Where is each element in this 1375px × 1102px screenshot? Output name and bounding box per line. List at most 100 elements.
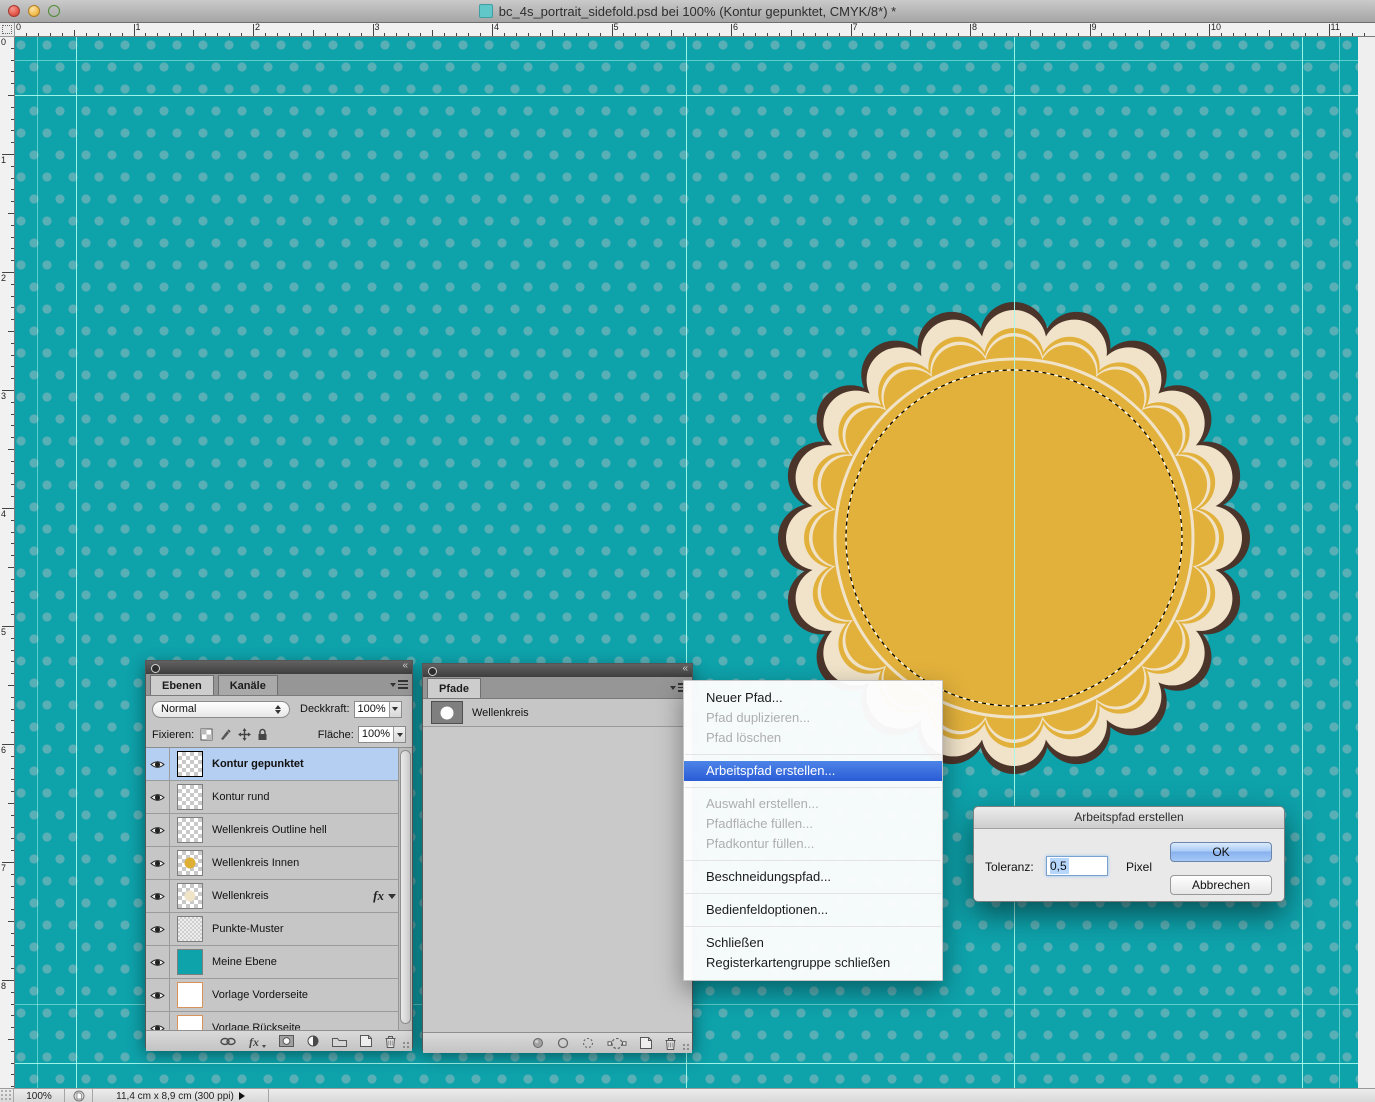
guide-line-vertical[interactable] — [1339, 36, 1340, 1088]
delete-path-icon[interactable] — [665, 1037, 676, 1050]
layer-group-icon[interactable] — [332, 1036, 347, 1047]
adjustment-layer-icon[interactable] — [307, 1035, 319, 1047]
layer-thumbnail[interactable] — [177, 850, 203, 876]
zoom-window-button[interactable] — [48, 5, 60, 17]
layers-tab-ebenen[interactable]: Ebenen — [150, 675, 214, 695]
dialog-title[interactable]: Arbeitspfad erstellen — [974, 807, 1284, 829]
guide-line-vertical[interactable] — [1302, 36, 1303, 1088]
layer-thumbnail[interactable] — [177, 784, 203, 810]
menu-item-highlighted[interactable]: Arbeitspfad erstellen... — [684, 761, 942, 781]
expand-effects-icon[interactable] — [388, 894, 396, 899]
menu-item[interactable]: Registerkartengruppe schließen — [684, 953, 942, 973]
panel-resize-grip[interactable] — [682, 1043, 690, 1051]
close-window-button[interactable] — [8, 5, 20, 17]
layer-row[interactable]: Vorlage Rückseite — [146, 1012, 412, 1030]
visibility-eye-icon[interactable] — [150, 990, 165, 1001]
layer-row[interactable]: Punkte-Muster — [146, 913, 412, 946]
visibility-eye-icon[interactable] — [150, 924, 165, 935]
guide-line-horizontal[interactable] — [14, 1063, 1358, 1064]
layers-tab-kanle[interactable]: Kanäle — [218, 675, 278, 695]
lock-pixels-icon[interactable] — [219, 728, 232, 741]
visibility-toggle[interactable] — [146, 847, 170, 879]
window-resize-grip[interactable] — [0, 1089, 14, 1102]
visibility-eye-icon[interactable] — [150, 825, 165, 836]
layer-row[interactable]: Vorlage Vorderseite — [146, 979, 412, 1012]
stroke-path-icon[interactable] — [557, 1037, 569, 1049]
paths-tab-pfade[interactable]: Pfade — [427, 678, 481, 698]
panel-collapse-icon[interactable]: « — [682, 663, 687, 674]
document-status-icon[interactable] — [65, 1089, 93, 1102]
tolerance-input[interactable]: 0,5 — [1046, 856, 1108, 876]
visibility-toggle[interactable] — [146, 979, 170, 1011]
layer-thumbnail[interactable] — [177, 1015, 203, 1030]
layer-row[interactable]: Kontur rund — [146, 781, 412, 814]
guide-line-horizontal[interactable] — [14, 95, 1358, 96]
opacity-field[interactable]: 100% — [354, 701, 402, 718]
delete-layer-icon[interactable] — [385, 1035, 396, 1048]
layer-thumbnail[interactable] — [177, 949, 203, 975]
panel-resize-grip[interactable] — [402, 1041, 410, 1049]
path-as-selection-icon[interactable] — [582, 1037, 594, 1049]
visibility-toggle[interactable] — [146, 880, 170, 912]
minimize-window-button[interactable] — [28, 5, 40, 17]
layer-row[interactable]: Wellenkreis Outline hell — [146, 814, 412, 847]
layer-row[interactable]: Wellenkreisfx — [146, 880, 412, 913]
guide-line-vertical[interactable] — [37, 36, 38, 1088]
horizontal-ruler[interactable]: 01234567891011 — [14, 22, 1375, 37]
layer-row[interactable]: Kontur gepunktet — [146, 748, 412, 781]
panel-close-icon[interactable] — [151, 664, 160, 673]
window-title-bar[interactable]: bc_4s_portrait_sidefold.psd bei 100% (Ko… — [0, 0, 1375, 23]
fill-dropdown-icon[interactable] — [393, 727, 405, 742]
layer-thumbnail[interactable] — [177, 817, 203, 843]
blend-mode-select[interactable]: Normal — [152, 701, 290, 718]
visibility-eye-icon[interactable] — [150, 957, 165, 968]
opacity-dropdown-icon[interactable] — [389, 702, 401, 717]
layer-thumbnail[interactable] — [177, 751, 203, 777]
visibility-eye-icon[interactable] — [150, 759, 165, 770]
visibility-eye-icon[interactable] — [150, 792, 165, 803]
layer-row[interactable]: Meine Ebene — [146, 946, 412, 979]
panel-menu-icon[interactable] — [390, 679, 408, 691]
lock-position-icon[interactable] — [238, 728, 251, 741]
fill-field[interactable]: 100% — [358, 726, 406, 743]
layer-effects-controls[interactable]: fx — [373, 888, 396, 904]
scrollbar-thumb[interactable] — [400, 750, 411, 1024]
visibility-eye-icon[interactable] — [150, 1023, 165, 1031]
menu-item[interactable]: Beschneidungspfad... — [684, 867, 942, 887]
layer-thumbnail[interactable] — [177, 982, 203, 1008]
fill-path-icon[interactable] — [532, 1037, 544, 1049]
layer-style-fx-icon[interactable]: fx — [373, 888, 384, 904]
layers-panel-drag-bar[interactable]: « — [146, 661, 412, 674]
visibility-eye-icon[interactable] — [150, 858, 165, 869]
layer-mask-icon[interactable] — [279, 1035, 294, 1047]
visibility-toggle[interactable] — [146, 1012, 170, 1030]
visibility-toggle[interactable] — [146, 814, 170, 846]
visibility-toggle[interactable] — [146, 946, 170, 978]
new-layer-icon[interactable] — [360, 1035, 372, 1047]
path-row-wellenkreis[interactable]: Wellenkreis — [423, 699, 692, 727]
menu-item[interactable]: Bedienfeldoptionen... — [684, 900, 942, 920]
cancel-button[interactable]: Abbrechen — [1170, 875, 1272, 895]
guide-line-vertical[interactable] — [1014, 36, 1015, 1088]
visibility-toggle[interactable] — [146, 913, 170, 945]
visibility-toggle[interactable] — [146, 781, 170, 813]
layer-row[interactable]: Wellenkreis Innen — [146, 847, 412, 880]
layers-scrollbar[interactable] — [398, 748, 412, 1030]
document-info-field[interactable]: 11,4 cm x 8,9 cm (300 ppi) — [93, 1089, 269, 1102]
ruler-origin-box[interactable] — [0, 22, 15, 37]
new-path-icon[interactable] — [640, 1037, 652, 1049]
panel-collapse-icon[interactable]: « — [402, 660, 407, 671]
paths-empty-area[interactable] — [423, 727, 692, 1032]
menu-item[interactable]: Schließen — [684, 933, 942, 953]
guide-line-vertical[interactable] — [76, 36, 77, 1088]
zoom-level-field[interactable]: 100% — [14, 1089, 65, 1102]
lock-transparency-icon[interactable] — [200, 728, 213, 741]
visibility-eye-icon[interactable] — [150, 891, 165, 902]
guide-line-horizontal[interactable] — [14, 60, 1358, 61]
layer-thumbnail[interactable] — [177, 916, 203, 942]
paths-panel-drag-bar[interactable]: « — [423, 664, 692, 677]
status-options-arrow-icon[interactable] — [239, 1092, 245, 1100]
vertical-ruler[interactable]: 012345678 — [0, 36, 15, 1088]
selection-as-path-icon[interactable] — [607, 1037, 627, 1050]
menu-item[interactable]: Neuer Pfad... — [684, 688, 942, 708]
